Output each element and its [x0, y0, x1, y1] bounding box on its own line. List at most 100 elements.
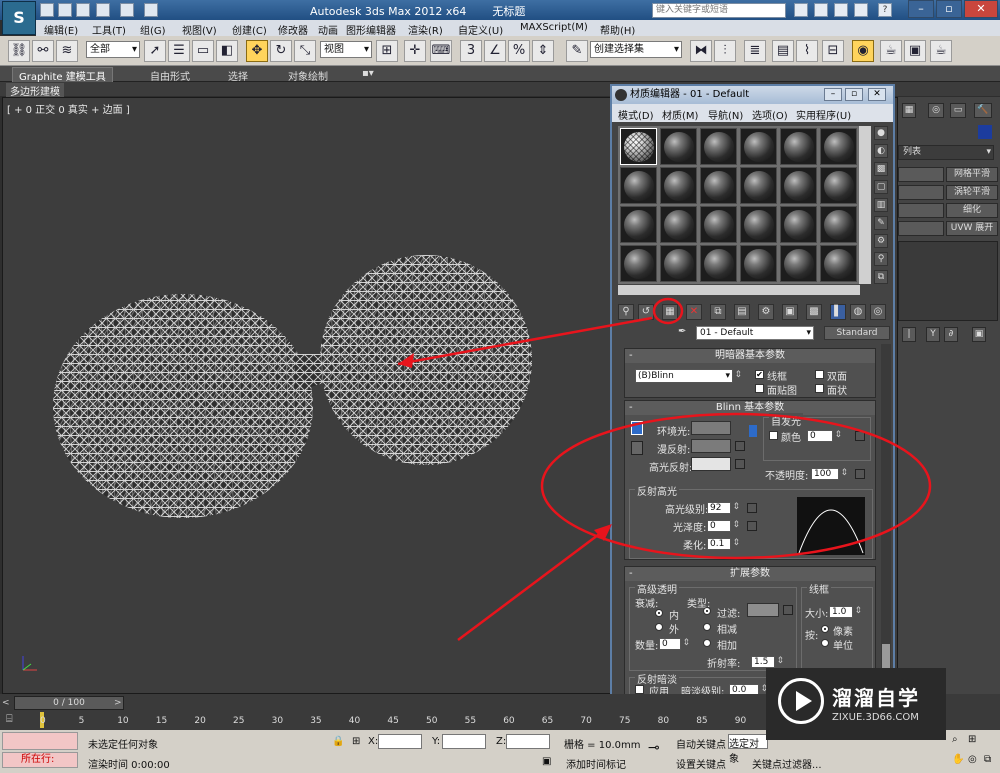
put-to-scene-icon[interactable]: ↺: [638, 304, 654, 320]
faceted-checkbox[interactable]: [815, 384, 824, 393]
key-mode-select[interactable]: 选定对象: [728, 734, 768, 765]
display-tab-icon[interactable]: ▭: [950, 103, 966, 118]
set-key-button[interactable]: 设置关键点: [676, 756, 726, 771]
opacity-spinner[interactable]: 100: [811, 468, 848, 480]
reset-map-icon[interactable]: ✕: [686, 304, 702, 320]
filter-map-button[interactable]: [783, 605, 793, 615]
mirror-icon[interactable]: ⧓: [690, 40, 712, 62]
shader-type-select[interactable]: (B)Blinn ▾: [635, 369, 742, 383]
app-logo[interactable]: S: [2, 1, 36, 35]
select-and-rotate-icon[interactable]: ↻: [270, 40, 292, 62]
open-file-icon[interactable]: [58, 3, 72, 17]
sample-slot-3[interactable]: [700, 128, 737, 165]
tessellate-button[interactable]: 细化: [946, 203, 998, 218]
select-by-material-icon[interactable]: ⚲: [874, 252, 888, 266]
falloff-in-radio[interactable]: [655, 609, 663, 617]
specular-map-button[interactable]: [735, 459, 745, 469]
sample-uv-tiling-icon[interactable]: ▢: [874, 180, 888, 194]
render-production-icon[interactable]: ☕: [930, 40, 952, 62]
tab-freeform[interactable]: 自由形式: [150, 68, 190, 83]
key-filters-button[interactable]: 关键点过滤器...: [752, 756, 822, 771]
absolute-mode-icon[interactable]: ⊞: [352, 736, 360, 747]
ribbon-options-icon[interactable]: ▪▾: [362, 68, 374, 79]
snaps-toggle-icon[interactable]: 3: [460, 40, 482, 62]
new-file-icon[interactable]: [40, 3, 54, 17]
tab-polygon-modeling[interactable]: 多边形建模: [6, 83, 64, 98]
select-by-name-icon[interactable]: ☰: [168, 40, 190, 62]
z-coordinate-field[interactable]: [506, 734, 550, 749]
percent-snap-icon[interactable]: %: [508, 40, 530, 62]
unwrap-uvw-button[interactable]: UVW 展开: [946, 221, 998, 236]
wire-pixels-radio[interactable]: [821, 625, 829, 633]
self-illum-value-spinner[interactable]: 0: [807, 430, 842, 442]
rectangular-selection-icon[interactable]: ▭: [192, 40, 214, 62]
type-additive-radio[interactable]: [703, 639, 711, 647]
ior-spinner[interactable]: 1.5: [751, 656, 784, 668]
menu-tools[interactable]: 工具(T): [92, 22, 126, 37]
filter-color-swatch[interactable]: [747, 603, 779, 617]
pan-icon[interactable]: ✋: [952, 754, 964, 765]
sample-slot-9[interactable]: [700, 167, 737, 204]
modifier-stack[interactable]: [898, 241, 998, 321]
mat-menu-material[interactable]: 材质(M): [662, 107, 698, 122]
render-setup-icon[interactable]: ☕: [880, 40, 902, 62]
menu-customize[interactable]: 自定义(U): [458, 22, 503, 37]
make-preview-icon[interactable]: ✎: [874, 216, 888, 230]
motion-tab-icon[interactable]: ◎: [928, 103, 944, 118]
sample-slots-vertical-scrollbar[interactable]: [859, 126, 871, 284]
put-to-library-icon[interactable]: ⚙: [758, 304, 774, 320]
apply-dimming-checkbox[interactable]: [635, 685, 644, 694]
hierarchy-tab-icon[interactable]: ▦: [902, 103, 916, 118]
reference-coordinate-select[interactable]: 视图: [320, 41, 372, 58]
sample-slot-6[interactable]: [820, 128, 857, 165]
x-coordinate-field[interactable]: [378, 734, 422, 749]
background-icon[interactable]: ▩: [874, 162, 888, 176]
select-and-move-icon[interactable]: ✥: [246, 40, 268, 62]
self-illum-map-button[interactable]: [855, 431, 865, 441]
sample-slot-21[interactable]: [700, 245, 737, 282]
material-editor-close-button[interactable]: ✕: [868, 88, 886, 101]
face-map-checkbox[interactable]: [755, 384, 764, 393]
falloff-out-radio[interactable]: [655, 623, 663, 631]
spinner-snap-icon[interactable]: ⇕: [532, 40, 554, 62]
sample-slot-19[interactable]: [620, 245, 657, 282]
curve-editor-icon[interactable]: ⌇: [796, 40, 818, 62]
shader-rollout-header[interactable]: 明暗器基本参数: [625, 349, 875, 363]
show-end-result-icon[interactable]: Y: [926, 327, 940, 342]
bind-space-warp-icon[interactable]: ≋: [56, 40, 78, 62]
selection-filter-select[interactable]: 全部: [86, 41, 140, 58]
add-time-tag[interactable]: 添加时间标记: [566, 756, 626, 771]
undo-icon[interactable]: [96, 3, 110, 17]
make-unique-icon[interactable]: ▤: [734, 304, 750, 320]
mat-menu-options[interactable]: 选项(O): [752, 107, 788, 122]
extended-rollout-header[interactable]: 扩展参数: [625, 567, 875, 581]
lock-diffuse-specular-icon[interactable]: [631, 441, 643, 455]
go-to-parent-icon[interactable]: ◍: [850, 304, 866, 320]
communication-icon[interactable]: [834, 3, 848, 17]
pivot-center-icon[interactable]: ⊞: [376, 40, 398, 62]
mat-menu-utilities[interactable]: 实用程序(U): [796, 107, 851, 122]
zoom-all-icon[interactable]: ⊞: [968, 734, 976, 745]
layer-manager-icon[interactable]: ≣: [744, 40, 766, 62]
material-type-button[interactable]: Standard: [824, 326, 890, 340]
menu-modifiers[interactable]: 修改器: [278, 22, 308, 37]
select-and-scale-icon[interactable]: ⤡: [294, 40, 316, 62]
sample-slot-14[interactable]: [660, 206, 697, 243]
sample-slot-17[interactable]: [780, 206, 817, 243]
wire-units-radio[interactable]: [821, 639, 829, 647]
self-illum-color-checkbox[interactable]: [769, 431, 778, 440]
maxscript-listener[interactable]: [2, 732, 78, 750]
sample-slot-1[interactable]: [620, 128, 657, 165]
specular-level-spinner[interactable]: 92: [707, 502, 740, 514]
wire-size-spinner[interactable]: 1.0: [829, 606, 862, 618]
timeline-next-icon[interactable]: >: [114, 698, 124, 708]
blinn-rollout-header[interactable]: Blinn 基本参数: [625, 401, 875, 415]
amount-spinner[interactable]: 0: [659, 638, 690, 650]
mod-btn-blank-3[interactable]: [898, 203, 944, 218]
sample-slot-18[interactable]: [820, 206, 857, 243]
modifier-list-dropdown[interactable]: 列表 ▾: [898, 145, 994, 160]
sample-slot-4[interactable]: [740, 128, 777, 165]
subscription-icon[interactable]: [814, 3, 828, 17]
rendered-frame-icon[interactable]: ▣: [904, 40, 926, 62]
time-slider[interactable]: 0 / 100: [14, 696, 124, 710]
